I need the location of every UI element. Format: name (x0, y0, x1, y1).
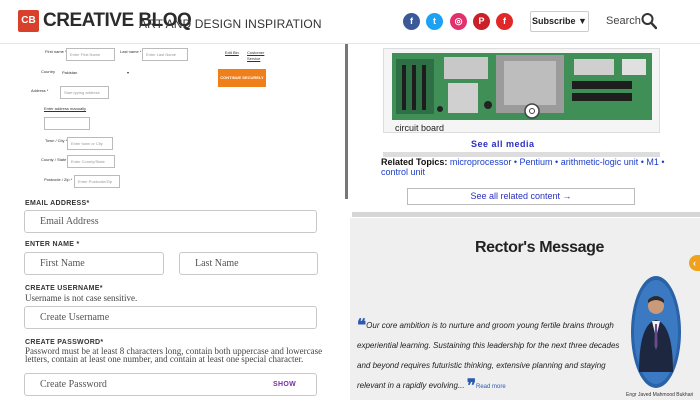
media-caption: circuit board (395, 123, 445, 133)
continue-securely-button[interactable]: CONTINUE SECURELY (218, 69, 266, 87)
customer-service-link[interactable]: Customer Service (247, 50, 267, 62)
last-name-label: Last name * (120, 49, 142, 54)
rector-title: Rector's Message (475, 239, 605, 256)
postcode-input[interactable]: Enter Postcode/Zip (74, 175, 120, 188)
facebook-icon[interactable]: f (403, 13, 420, 30)
chevron-down-icon: ▾ (126, 70, 129, 75)
checkout-form: First name * Enter First Name Last name … (0, 44, 340, 196)
rector-name: Engr Javed Mahmood Bukhari (626, 392, 694, 398)
rector-quote-text: Our core ambition is to nurture and groo… (357, 321, 620, 390)
email-field[interactable]: Email Address (24, 210, 317, 233)
instagram-icon[interactable]: ◎ (450, 13, 467, 30)
postcode-label: Postcode / Zip * (44, 177, 73, 182)
slider-prev-icon[interactable]: ‹ (689, 255, 700, 271)
flipboard-icon[interactable]: f (496, 13, 513, 30)
address-input[interactable]: Start typing address (60, 86, 109, 99)
search-label[interactable]: Search (606, 15, 641, 27)
password-label: CREATE PASSWORD* (25, 339, 104, 346)
username-label: CREATE USERNAME* (25, 285, 103, 292)
county-input[interactable]: Enter County/State (67, 155, 115, 168)
site-tagline: ART AND DESIGN INSPIRATION (139, 17, 322, 31)
first-name-field[interactable]: First Name (24, 252, 164, 275)
scrollbar-divider (345, 44, 348, 199)
town-input[interactable]: Enter town or City (67, 137, 113, 150)
rector-quote: ❝Our core ambition is to nurture and gro… (357, 316, 625, 396)
search-icon[interactable] (641, 12, 657, 30)
country-value: Pakistan (62, 70, 78, 75)
open-quote-icon: ❝ (357, 316, 367, 335)
media-thumbnail[interactable] (383, 48, 660, 133)
first-name-input[interactable]: Enter First Name (66, 48, 115, 61)
first-name-label: First name * (45, 49, 67, 54)
page-root: { "header": { "logo_mark": "CB", "logo_t… (0, 0, 700, 400)
rector-portrait (631, 276, 681, 388)
password-hint: Password must be at least 8 characters l… (25, 346, 323, 364)
email-label: EMAIL ADDRESS* (25, 200, 90, 207)
see-all-media-link[interactable]: See all media (471, 139, 535, 149)
site-header: CB CREATIVE BLOQ ART AND DESIGN INSPIRAT… (0, 0, 700, 44)
show-password-button[interactable]: SHOW (273, 381, 296, 388)
enter-manually-link[interactable]: Enter address manually (44, 106, 86, 111)
name-label: ENTER NAME * (25, 241, 80, 248)
country-label: Country (41, 69, 56, 74)
country-select[interactable]: Pakistan ▾ (59, 67, 131, 80)
username-hint: Username is not case sensitive. (25, 293, 138, 303)
last-name-input[interactable]: Enter Last Name (142, 48, 188, 61)
subscribe-button[interactable]: Subscribe ▼ (530, 11, 589, 32)
read-more-link[interactable]: Read more (476, 384, 506, 390)
extra-input[interactable] (44, 117, 90, 130)
county-label: County / State (41, 157, 67, 162)
close-quote-icon: ❞ (466, 376, 477, 395)
logo-mark[interactable]: CB (18, 10, 39, 32)
last-name-field[interactable]: Last Name (179, 252, 318, 275)
twitter-icon[interactable]: t (426, 13, 443, 30)
see-all-related-button[interactable]: See all related content → (407, 188, 635, 205)
edit-link[interactable]: Edit Bin (225, 50, 239, 55)
address-label: Address * (31, 88, 49, 93)
panel-divider (352, 212, 700, 217)
related-topics: Related Topics: microprocessor • Pentium… (381, 157, 671, 177)
circuit-board-image (392, 53, 652, 120)
town-label: Town / City * (45, 138, 68, 143)
related-topics-label: Related Topics: (381, 157, 448, 167)
username-field[interactable]: Create Username (24, 306, 317, 329)
pinterest-icon[interactable]: P (473, 13, 490, 30)
